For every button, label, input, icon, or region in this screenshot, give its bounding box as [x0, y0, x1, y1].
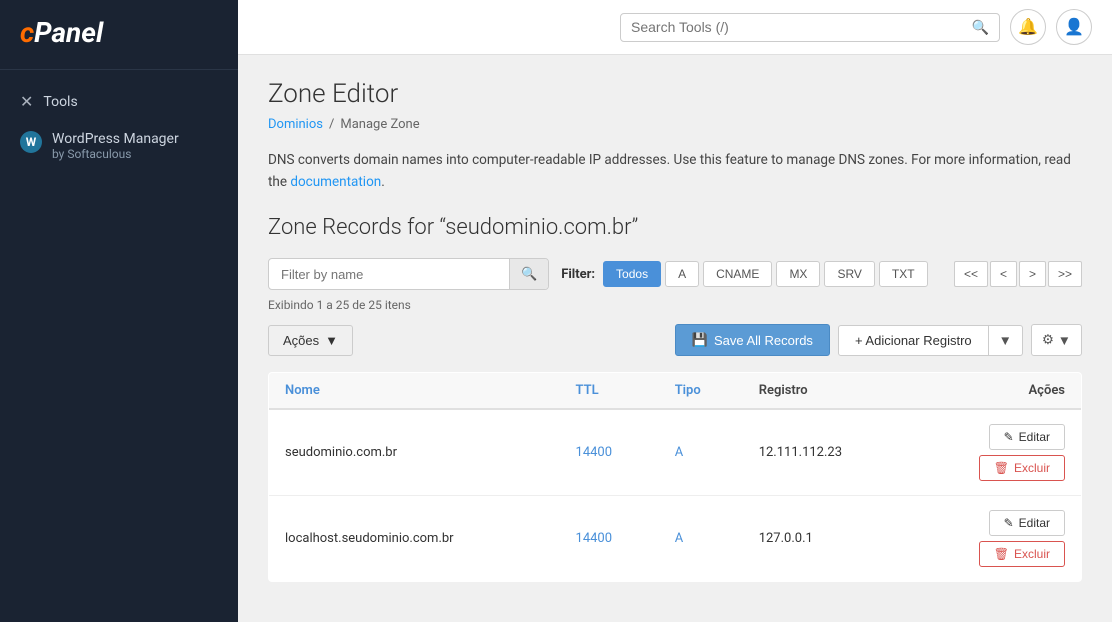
filter-todos[interactable]: Todos — [603, 261, 661, 287]
acoes-caret-icon: ▼ — [325, 333, 338, 348]
page-first-button[interactable]: << — [954, 261, 988, 287]
table-row: seudominio.com.br 14400 A 12.111.112.23 … — [269, 409, 1082, 496]
content-area: Zone Editor Dominios / Manage Zone DNS c… — [238, 55, 1112, 622]
wordpress-sub-label: by Softaculous — [52, 147, 179, 161]
actions-row: Ações ▼ 💾 Save All Records + Adicionar R… — [268, 324, 1082, 356]
edit-icon: ✎ — [1004, 430, 1014, 444]
filter-srv[interactable]: SRV — [824, 261, 874, 287]
filter-label: Filter: — [561, 267, 595, 282]
breadcrumb-separator: / — [329, 117, 334, 132]
save-icon: 💾 — [692, 332, 708, 348]
edit-icon: ✎ — [1004, 516, 1014, 530]
filter-input[interactable] — [269, 260, 509, 289]
wordpress-manager-label: WordPress Manager — [52, 131, 179, 147]
save-all-button[interactable]: 💾 Save All Records — [675, 324, 830, 356]
row2-registro: 127.0.0.1 — [743, 496, 910, 582]
row2-edit-label: Editar — [1019, 516, 1050, 530]
pagination: << < > >> — [954, 261, 1082, 287]
main-content: 🔍 🔔 👤 Zone Editor Dominios / Manage Zone… — [238, 0, 1112, 622]
row1-edit-button[interactable]: ✎ Editar — [989, 424, 1065, 450]
row2-actions: ✎ Editar 🗑 Excluir — [910, 496, 1082, 582]
col-registro: Registro — [743, 373, 910, 410]
table-header: Nome TTL Tipo Registro Ações — [269, 373, 1082, 410]
filter-buttons: Todos A CNAME MX SRV TXT — [603, 261, 928, 287]
search-box[interactable]: 🔍 — [620, 13, 1000, 42]
user-button[interactable]: 👤 — [1056, 9, 1092, 45]
row1-ttl: 14400 — [560, 409, 659, 496]
add-registro-group: + Adicionar Registro ▼ — [838, 325, 1023, 356]
breadcrumb: Dominios / Manage Zone — [268, 117, 1082, 132]
table-body: seudominio.com.br 14400 A 12.111.112.23 … — [269, 409, 1082, 582]
col-nome: Nome — [269, 373, 560, 410]
row1-nome: seudominio.com.br — [269, 409, 560, 496]
description-text-after: . — [381, 174, 385, 190]
page-title: Zone Editor — [268, 79, 1082, 109]
row1-delete-button[interactable]: 🗑 Excluir — [979, 455, 1065, 481]
row2-del-label: Excluir — [1014, 547, 1050, 561]
search-input[interactable] — [631, 19, 972, 35]
section-title: Zone Records for “seudominio.com.br” — [268, 215, 1082, 240]
row2-nome: localhost.seudominio.com.br — [269, 496, 560, 582]
page-next-button[interactable]: > — [1019, 261, 1046, 287]
sidebar-item-tools[interactable]: ✕ Tools — [0, 82, 238, 121]
notifications-button[interactable]: 🔔 — [1010, 9, 1046, 45]
filter-a[interactable]: A — [665, 261, 699, 287]
page-last-button[interactable]: >> — [1048, 261, 1082, 287]
pagination-info: Exibindo 1 a 25 de 25 itens — [268, 298, 411, 312]
logo-text: cPanel — [20, 16, 103, 49]
tools-icon: ✕ — [20, 92, 33, 111]
delete-icon: 🗑 — [994, 461, 1009, 475]
sidebar-logo: cPanel — [0, 0, 238, 70]
search-button[interactable]: 🔍 — [972, 19, 989, 36]
row1-tipo: A — [659, 409, 743, 496]
gear-icon: ⚙ — [1042, 332, 1054, 348]
row1-actions-cell: ✎ Editar 🗑 Excluir — [926, 424, 1065, 481]
breadcrumb-manage-zone: Manage Zone — [340, 117, 419, 132]
description: DNS converts domain names into computer-… — [268, 150, 1082, 193]
sidebar-navigation: ✕ Tools W WordPress Manager by Softaculo… — [0, 70, 238, 183]
page-prev-button[interactable]: < — [990, 261, 1017, 287]
filter-input-wrap: 🔍 — [268, 258, 549, 290]
col-tipo: Tipo — [659, 373, 743, 410]
col-acoes: Ações — [910, 373, 1082, 410]
gear-caret-icon: ▼ — [1058, 333, 1071, 348]
filter-mx[interactable]: MX — [776, 261, 820, 287]
row1-actions: ✎ Editar 🗑 Excluir — [910, 409, 1082, 496]
description-link[interactable]: documentation — [290, 174, 381, 190]
wordpress-icon: W — [20, 131, 42, 153]
table-row: localhost.seudominio.com.br 14400 A 127.… — [269, 496, 1082, 582]
split-caret-icon: ▼ — [999, 333, 1012, 348]
acoes-button[interactable]: Ações ▼ — [268, 325, 353, 356]
row2-actions-cell: ✎ Editar 🗑 Excluir — [926, 510, 1065, 567]
filter-bar: 🔍 Filter: Todos A CNAME MX SRV TXT << < … — [268, 258, 1082, 312]
zone-table: Nome TTL Tipo Registro Ações seudominio.… — [268, 372, 1082, 582]
adicionar-label: + Adicionar Registro — [855, 333, 972, 348]
sidebar-item-wordpress[interactable]: W WordPress Manager by Softaculous — [0, 121, 238, 171]
row2-tipo: A — [659, 496, 743, 582]
filter-txt[interactable]: TXT — [879, 261, 928, 287]
description-text-before: DNS converts domain names into computer-… — [268, 152, 1071, 190]
filter-cname[interactable]: CNAME — [703, 261, 772, 287]
delete-icon: 🗑 — [994, 547, 1009, 561]
row1-edit-label: Editar — [1019, 430, 1050, 444]
logo-c: c — [20, 16, 34, 49]
sidebar: cPanel ✕ Tools W WordPress Manager by So… — [0, 0, 238, 622]
sidebar-tools-label: Tools — [43, 94, 77, 110]
adicionar-registro-button[interactable]: + Adicionar Registro — [838, 325, 989, 356]
header: 🔍 🔔 👤 — [238, 0, 1112, 55]
acoes-label: Ações — [283, 333, 319, 348]
adicionar-split-button[interactable]: ▼ — [989, 325, 1023, 356]
wordpress-label-group: WordPress Manager by Softaculous — [52, 131, 179, 161]
row1-registro: 12.111.112.23 — [743, 409, 910, 496]
row1-del-label: Excluir — [1014, 461, 1050, 475]
row2-delete-button[interactable]: 🗑 Excluir — [979, 541, 1065, 567]
breadcrumb-dominios[interactable]: Dominios — [268, 117, 323, 132]
gear-button[interactable]: ⚙ ▼ — [1031, 324, 1082, 356]
filter-search-button[interactable]: 🔍 — [509, 259, 548, 289]
logo-panel: Panel — [34, 16, 103, 49]
row2-ttl: 14400 — [560, 496, 659, 582]
col-ttl: TTL — [560, 373, 659, 410]
row2-edit-button[interactable]: ✎ Editar — [989, 510, 1065, 536]
save-label: Save All Records — [714, 333, 813, 348]
